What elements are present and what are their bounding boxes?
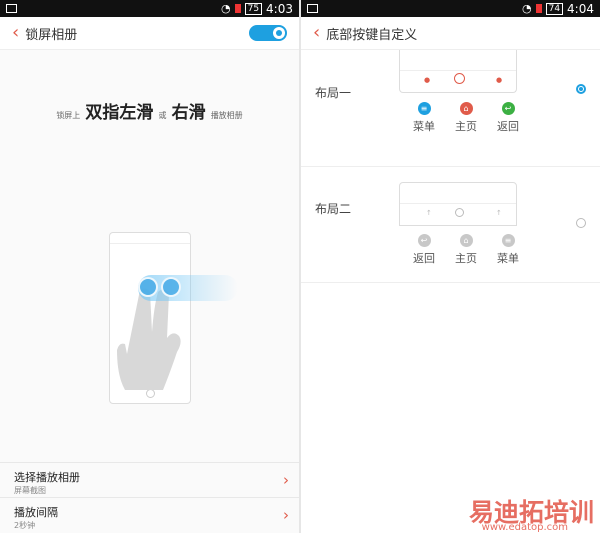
finger-touch-point xyxy=(161,277,181,297)
layout-buttons: ≡ 菜单 ⌂ 主页 ↩ 返回 xyxy=(411,102,521,134)
lockscreen-album-toggle[interactable] xyxy=(249,25,287,41)
button-label: 菜单 xyxy=(497,252,519,265)
status-time: 4:03 xyxy=(266,1,293,16)
setting-label: 选择播放相册 xyxy=(14,471,80,484)
menu-icon: ≡ xyxy=(417,102,431,115)
preview-home-icon xyxy=(455,208,464,217)
battery-level: 74 xyxy=(545,2,564,15)
layout-preview: ● ● xyxy=(399,50,517,93)
sim-icon xyxy=(535,4,542,13)
layout2-home: ⌂ 主页 xyxy=(453,234,479,266)
button-label: 返回 xyxy=(413,252,435,265)
chevron-right-icon: › xyxy=(283,506,289,524)
layout-option-1[interactable]: 布局一 ● ● ≡ 菜单 ⌂ 主页 ↩ 返回 xyxy=(301,50,600,167)
preview-menu-icon: ↑ xyxy=(496,209,502,217)
instruction-prefix: 锁屏上 xyxy=(56,111,81,120)
page-title: 底部按键自定义 xyxy=(326,27,418,43)
instruction-or: 或 xyxy=(158,111,167,120)
gesture-instruction: 锁屏上 双指左滑 或 右滑 播放相册 xyxy=(0,98,299,123)
menu-icon: ≡ xyxy=(501,234,515,247)
layout-buttons: ↩ 返回 ⌂ 主页 ≡ 菜单 xyxy=(411,234,521,266)
finger-touch-point xyxy=(138,277,158,297)
page-title: 锁屏相册 xyxy=(25,27,78,43)
instruction-suffix: 播放相册 xyxy=(210,111,243,120)
layout1-back: ↩ 返回 xyxy=(495,102,521,134)
back-arrow-icon[interactable]: ‹ xyxy=(313,24,320,42)
image-notification-icon xyxy=(6,4,17,13)
back-arrow-icon[interactable]: ‹ xyxy=(12,24,19,42)
toggle-knob xyxy=(273,27,285,39)
layout-option-2[interactable]: 布局二 ↑ ↑ ↩ 返回 ⌂ 主页 ≡ 菜单 xyxy=(301,166,600,283)
instruction-two-finger-left: 双指左滑 xyxy=(85,103,154,123)
status-time: 4:04 xyxy=(567,1,594,16)
bottom-keys-customize-screen: ◔ 74 4:04 ‹ 底部按键自定义 布局一 ● ● ≡ 菜单 ⌂ 主页 ↩ 返回 … xyxy=(301,0,600,533)
setting-value: 2秒钟 xyxy=(14,521,36,530)
home-icon: ⌂ xyxy=(459,234,473,247)
button-label: 主页 xyxy=(455,120,477,133)
status-bar: ◔ 74 4:04 xyxy=(301,0,600,17)
setting-value: 屏幕截图 xyxy=(14,486,46,495)
setting-select-album[interactable]: 选择播放相册 屏幕截图 › xyxy=(0,462,299,498)
image-notification-icon xyxy=(307,4,318,13)
layout1-menu: ≡ 菜单 xyxy=(411,102,437,134)
layout-preview: ↑ ↑ xyxy=(399,182,517,226)
wifi-icon: ◔ xyxy=(220,2,231,15)
preview-line xyxy=(400,70,516,71)
button-label: 返回 xyxy=(497,120,519,133)
header: ‹ 锁屏相册 xyxy=(0,17,299,50)
layout2-back: ↩ 返回 xyxy=(411,234,437,266)
lockscreen-album-screen: ◔ 75 4:03 ‹ 锁屏相册 锁屏上 双指左滑 或 右滑 播放相册 选择播放… xyxy=(0,0,299,533)
setting-play-interval[interactable]: 播放间隔 2秒钟 › xyxy=(0,497,299,533)
preview-menu-icon: ● xyxy=(424,76,431,84)
button-label: 主页 xyxy=(455,252,477,265)
setting-label: 播放间隔 xyxy=(14,506,58,519)
chevron-right-icon: › xyxy=(283,471,289,489)
home-icon: ⌂ xyxy=(459,102,473,115)
layout1-home: ⌂ 主页 xyxy=(453,102,479,134)
layout-label: 布局二 xyxy=(315,202,352,216)
preview-back-icon: ● xyxy=(496,76,503,84)
layout2-menu: ≡ 菜单 xyxy=(495,234,521,266)
button-label: 菜单 xyxy=(413,120,435,133)
preview-line xyxy=(400,203,516,204)
back-icon: ↩ xyxy=(501,102,515,115)
layout2-radio[interactable] xyxy=(576,218,586,228)
battery-level: 75 xyxy=(244,2,263,15)
wifi-icon: ◔ xyxy=(521,2,532,15)
back-icon: ↩ xyxy=(417,234,431,247)
header: ‹ 底部按键自定义 xyxy=(301,17,600,50)
preview-home-icon xyxy=(454,73,465,84)
phone-top-line xyxy=(110,243,190,244)
layout1-radio[interactable] xyxy=(576,84,586,94)
status-bar: ◔ 75 4:03 xyxy=(0,0,299,17)
layout-label: 布局一 xyxy=(315,86,352,100)
instruction-right-swipe: 右滑 xyxy=(171,103,206,123)
watermark-url: www.edatop.com xyxy=(481,522,568,533)
preview-back-icon: ↑ xyxy=(426,209,432,217)
sim-icon xyxy=(234,4,241,13)
